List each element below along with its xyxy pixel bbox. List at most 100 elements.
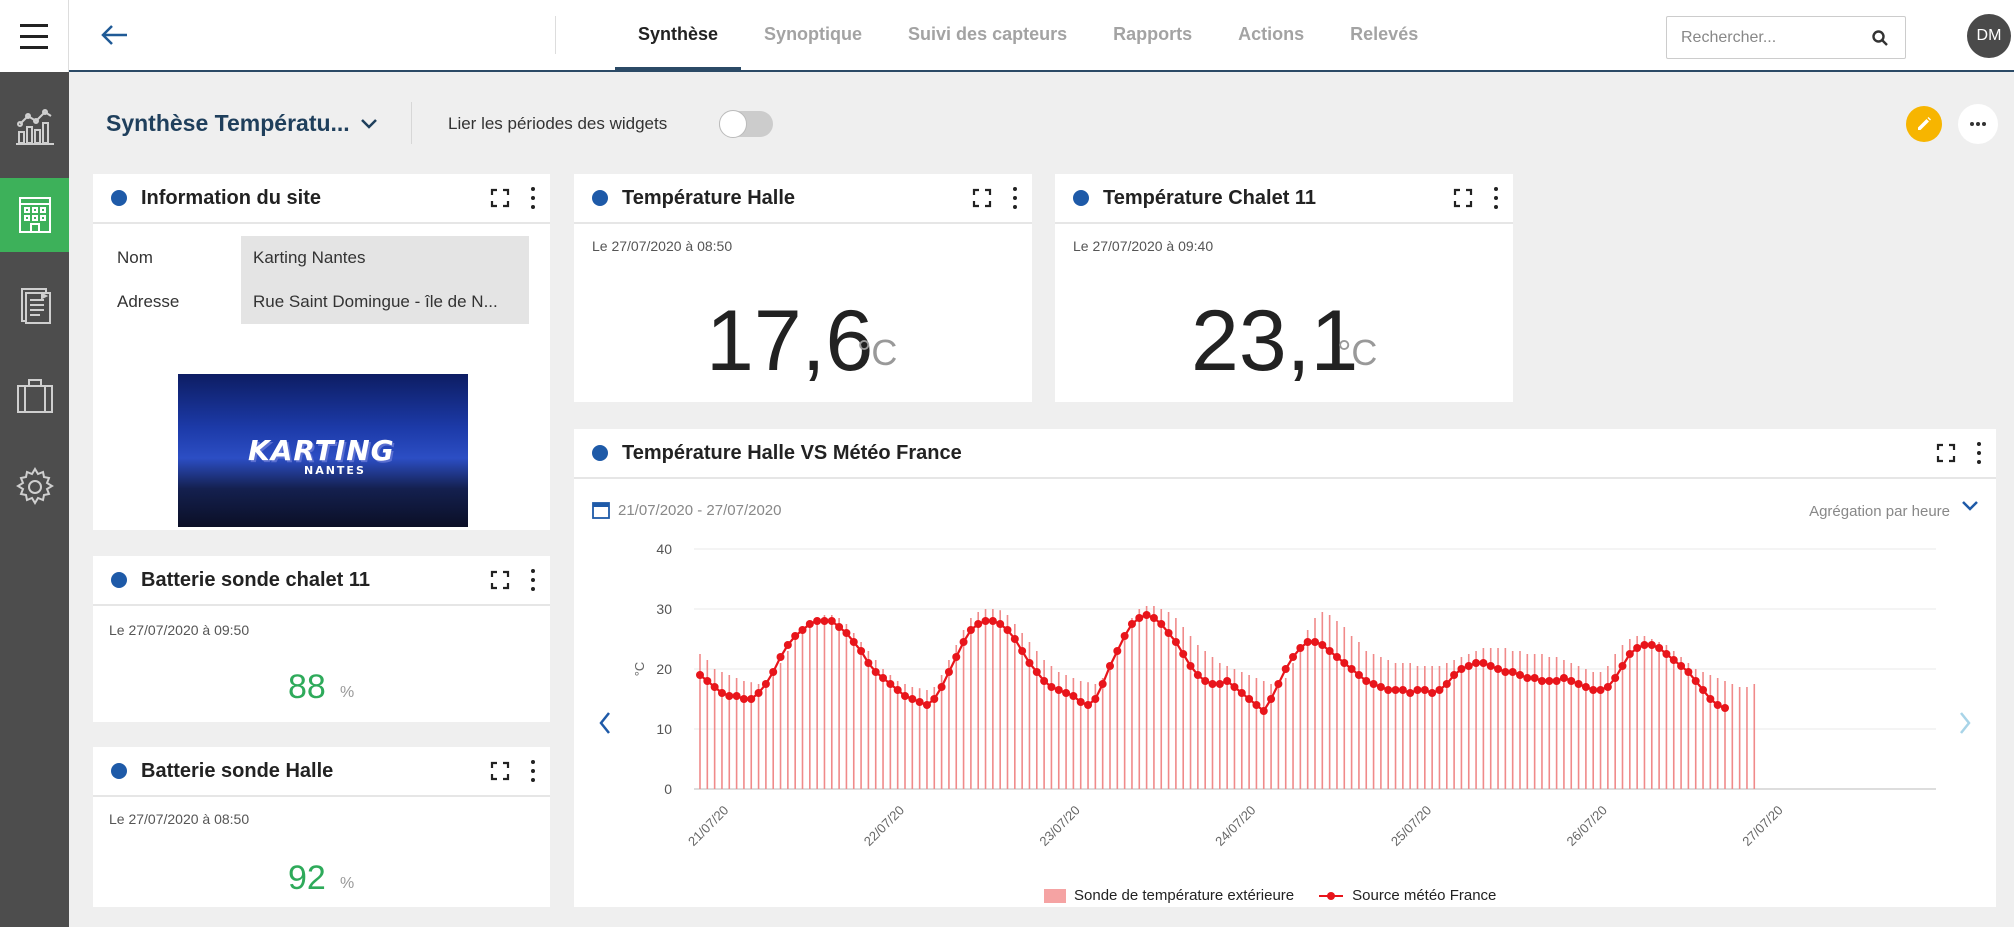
chart-point (739, 695, 748, 703)
kebab-menu-icon[interactable] (530, 760, 536, 782)
y-axis-label: °C (632, 662, 647, 677)
dashboard-selector[interactable]: Synthèse Températu... (106, 110, 378, 137)
date-range-picker[interactable]: 21/07/2020 - 27/07/2020 (592, 501, 781, 519)
more-options-button[interactable] (1958, 104, 1998, 144)
site-image: KARTING NANTES (178, 374, 468, 527)
chart-point (1252, 701, 1261, 709)
chart-point (1040, 677, 1049, 685)
chart-bar (1292, 663, 1294, 789)
fullscreen-icon[interactable] (1453, 188, 1473, 208)
widget-header: Information du site (93, 174, 550, 224)
kebab-menu-icon[interactable] (530, 569, 536, 591)
kebab-menu-icon[interactable] (530, 187, 536, 209)
user-avatar[interactable]: DM (1967, 14, 2011, 58)
fullscreen-icon[interactable] (490, 570, 510, 590)
briefcase-icon (16, 379, 53, 413)
tab-suivi-capteurs[interactable]: Suivi des capteurs (885, 0, 1090, 70)
chart-point (944, 668, 953, 676)
chart-point (1259, 707, 1268, 715)
tab-actions[interactable]: Actions (1215, 0, 1327, 70)
chart-point (1567, 677, 1576, 685)
chart-point (761, 680, 770, 688)
chart-point (732, 692, 741, 700)
chart-point (1677, 662, 1686, 670)
fullscreen-icon[interactable] (490, 188, 510, 208)
link-periods-toggle[interactable] (719, 110, 773, 138)
chart-bar (1328, 615, 1331, 789)
tab-rapports[interactable]: Rapports (1090, 0, 1215, 70)
chart-bar (1709, 675, 1712, 789)
chart-point (996, 620, 1005, 628)
tab-synoptique[interactable]: Synoptique (741, 0, 885, 70)
pencil-icon (1918, 117, 1931, 130)
chart-point (1603, 683, 1612, 691)
chevron-down-icon[interactable] (1960, 499, 1980, 513)
chart-bar (1746, 687, 1748, 789)
sidebar-item-settings[interactable] (0, 450, 69, 524)
chart-bar (1153, 606, 1155, 789)
chart-point (886, 680, 895, 688)
chart-bar (1079, 681, 1082, 789)
kebab-menu-icon[interactable] (1493, 187, 1499, 209)
fullscreen-icon[interactable] (1936, 443, 1956, 463)
chart-bar (1650, 639, 1653, 789)
aggregation-select[interactable]: Agrégation par heure (1809, 503, 1950, 520)
chart-bar (896, 681, 899, 789)
sidebar-item-actions[interactable] (0, 358, 69, 432)
chart-point (1450, 671, 1459, 679)
divider (555, 16, 556, 54)
tab-releves[interactable]: Relevés (1327, 0, 1441, 70)
widget-title: Température Halle VS Météo France (622, 441, 962, 464)
chart-point (1274, 680, 1283, 688)
chart-bar (765, 682, 767, 789)
fullscreen-icon[interactable] (972, 188, 992, 208)
chart-point (1267, 695, 1276, 703)
search-icon[interactable] (1871, 29, 1889, 47)
chart-point (1413, 686, 1422, 694)
chart-point (1054, 686, 1063, 694)
chart-legend: Sonde de température extérieure Source m… (1044, 887, 1496, 904)
main-tabs: Synthèse Synoptique Suivi des capteurs R… (615, 0, 1441, 72)
legend-item-probe[interactable]: Sonde de température extérieure (1044, 887, 1294, 904)
tab-synthese[interactable]: Synthèse (615, 0, 742, 70)
battery-unit: % (340, 875, 355, 892)
chart-point (1435, 686, 1444, 694)
status-dot (592, 445, 608, 461)
edit-button[interactable] (1906, 106, 1942, 142)
chart-bar (772, 675, 775, 789)
kebab-menu-icon[interactable] (1976, 442, 1982, 464)
search-input[interactable] (1681, 28, 1871, 47)
widget-title: Batterie sonde Halle (141, 759, 334, 782)
chart-point (813, 617, 822, 625)
menu-button[interactable] (0, 0, 69, 72)
temperature-unit: °C (857, 332, 898, 373)
widget-header: Température Chalet 11 (1055, 174, 1513, 224)
chart-point (1691, 677, 1700, 685)
gear-icon (15, 467, 54, 505)
chart-point (710, 683, 719, 691)
fullscreen-icon[interactable] (490, 761, 510, 781)
battery-value: 92 (288, 859, 326, 897)
chart-bar (1467, 654, 1470, 789)
kebab-menu-icon[interactable] (1012, 187, 1018, 209)
chart-point (1179, 650, 1188, 658)
chart-point (1721, 704, 1729, 712)
sidebar-item-sites[interactable] (0, 178, 69, 252)
chart-point (1574, 680, 1583, 688)
chart-bar (984, 609, 987, 789)
chart-point (1332, 653, 1341, 661)
sidebar-item-reports[interactable] (0, 268, 69, 342)
chart-bar (794, 639, 796, 789)
chart-point (1501, 668, 1510, 676)
sidebar-item-dashboards[interactable] (0, 90, 69, 164)
chart-point (974, 620, 983, 628)
chart-bar (867, 651, 870, 789)
back-arrow-icon[interactable] (99, 20, 133, 50)
info-row-name: Nom Karting Nantes (93, 236, 553, 280)
legend-item-meteo[interactable]: Source météo France (1318, 887, 1496, 904)
building-icon (18, 197, 51, 233)
chart-point (1193, 671, 1202, 679)
chart-plot: 0 10 20 30 40 °C 21/07/20 22/07/20 23/07/20 24/07… (632, 541, 1936, 849)
chart-point (1581, 683, 1590, 691)
chart-bar (1680, 657, 1682, 789)
